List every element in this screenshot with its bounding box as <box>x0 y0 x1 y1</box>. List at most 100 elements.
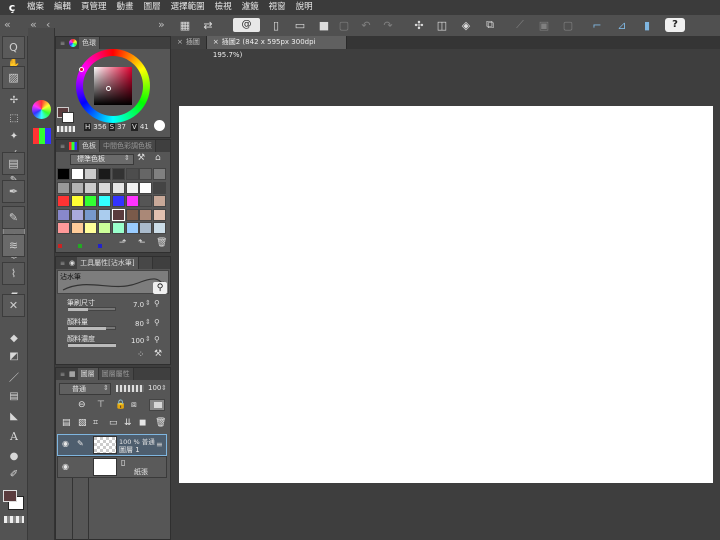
color-swatch[interactable] <box>98 208 112 221</box>
delete-layer-icon[interactable]: 🗑 <box>155 418 166 428</box>
menu-file[interactable]: 檔案 <box>22 0 49 15</box>
opacity-slider[interactable] <box>116 385 144 392</box>
color-swatch[interactable] <box>111 168 125 180</box>
document-tab-1[interactable]: × 插圖 <box>171 36 207 49</box>
gradient-tool-icon[interactable]: ◩ <box>3 348 25 364</box>
select-arrows-icon[interactable]: ⇕ <box>124 154 130 162</box>
undo-icon[interactable]: ↶ <box>358 17 374 33</box>
new-layer-folder-icon[interactable]: ▤ <box>62 418 71 428</box>
companion-icon[interactable]: ⇄ <box>200 17 216 33</box>
panel-sub-color[interactable] <box>62 112 74 123</box>
document-tab-2[interactable]: × 插圖2 (842 x 595px 300dpi 195.7%) <box>206 36 347 59</box>
paint-amount-pressure-icon[interactable]: ⚲ <box>154 318 160 327</box>
line-icon[interactable]: ⟋ <box>512 17 528 33</box>
snap-icon[interactable]: ⊿ <box>614 17 630 33</box>
new-raster-layer-icon[interactable]: ▧ <box>78 418 87 428</box>
menu-filter[interactable]: 濾鏡 <box>237 0 264 15</box>
menu-animation[interactable]: 動畫 <box>112 0 139 15</box>
tab-layer[interactable]: 圖層 <box>77 368 99 380</box>
magnify-icon[interactable]: ⚲ <box>153 282 167 294</box>
color-swatch[interactable] <box>152 168 166 180</box>
clip-icon[interactable]: ⊖ <box>78 400 86 410</box>
new-vector-layer-icon[interactable]: ⌗ <box>93 418 98 428</box>
color-swatch[interactable] <box>84 181 98 194</box>
color-swatch[interactable] <box>125 195 139 207</box>
tab-intermediate-color[interactable]: 中間色彩調色板 <box>100 140 156 152</box>
color-swatch[interactable] <box>125 208 139 221</box>
color-swatch[interactable] <box>125 222 139 234</box>
brush-size-stepper-icon[interactable]: ⇕ <box>145 299 151 307</box>
color-swatch[interactable] <box>57 222 70 234</box>
ruler-tool-icon[interactable]: ◣ <box>3 408 25 424</box>
menu-view[interactable]: 檢視 <box>210 0 237 15</box>
view-mode-icon[interactable]: ⌂ <box>155 153 161 163</box>
tool-settings-icon[interactable]: ⚒ <box>154 349 162 359</box>
color-swatch[interactable] <box>84 222 98 234</box>
open-folder-icon[interactable]: ▭ <box>292 17 308 33</box>
save-icon[interactable]: ■ <box>316 17 332 33</box>
color-swatch[interactable] <box>111 222 125 234</box>
color-swatch[interactable] <box>57 208 70 221</box>
mask-icon[interactable]: ◼ <box>139 418 146 428</box>
tab-sub-tool-detail[interactable] <box>138 257 153 269</box>
transform-icon[interactable]: ◫ <box>434 17 450 33</box>
ruler-icon[interactable]: ⌐ <box>589 17 605 33</box>
loading-dots-icon[interactable]: ⁘ <box>137 350 145 360</box>
add-color-icon[interactable]: ⬏ <box>119 238 127 248</box>
selection-tool-icon[interactable]: ⬚ <box>3 110 25 126</box>
lock-alpha-icon[interactable]: ⧈ <box>131 400 137 410</box>
redo-icon[interactable]: ↷ <box>380 17 396 33</box>
color-swatch[interactable] <box>98 181 112 194</box>
new-folder-icon[interactable]: ▭ <box>109 418 118 428</box>
color-swatch[interactable] <box>84 168 98 180</box>
tab-close-icon[interactable]: × <box>213 38 219 46</box>
blend-mode-arrows-icon[interactable]: ⇕ <box>103 384 109 392</box>
new-file-icon[interactable]: ▯ <box>268 17 284 33</box>
pen-edit-icon[interactable]: ✎ <box>77 439 84 448</box>
panel-menu-icon[interactable]: ≡ <box>56 371 69 378</box>
color-swatch[interactable] <box>152 181 166 194</box>
paint-amount-stepper-icon[interactable]: ⇕ <box>145 318 151 326</box>
frame-icon[interactable]: ▣ <box>536 17 552 33</box>
tab-layer-property[interactable]: 圖層屬性 <box>98 368 134 380</box>
color-swatch[interactable] <box>139 208 153 221</box>
sparkle-icon[interactable]: ✣ <box>411 17 427 33</box>
color-swatch[interactable] <box>139 181 153 194</box>
collapse-left-icon[interactable]: « <box>4 18 11 32</box>
subtool-pen-icon[interactable]: ✎ <box>2 206 25 229</box>
tab-color-wheel[interactable]: 色環 <box>79 37 100 49</box>
color-swatch[interactable] <box>70 208 84 221</box>
lock-icon[interactable]: 🔒 <box>115 400 126 410</box>
app-logo-icon[interactable]: ç <box>2 1 22 14</box>
merge-layer-icon[interactable]: ⇊ <box>124 418 132 428</box>
color-swatch[interactable] <box>152 222 166 234</box>
subtool-search-icon[interactable]: Q <box>2 36 25 59</box>
correct-line-icon[interactable]: ✐ <box>3 466 25 482</box>
subtool-navigator-icon[interactable]: ▤ <box>2 152 25 175</box>
color-swatch[interactable] <box>70 168 84 180</box>
grid-menu-icon[interactable]: ▦ <box>177 17 193 33</box>
balloon-tool-icon[interactable]: ● <box>3 448 25 464</box>
menu-help[interactable]: 說明 <box>291 0 318 15</box>
color-swatch[interactable] <box>152 195 166 207</box>
menu-layer[interactable]: 圖層 <box>139 0 166 15</box>
opacity-stepper-icon[interactable]: ⇕ <box>161 384 167 392</box>
panel-menu-icon[interactable]: ≡ <box>56 143 69 150</box>
spiral-icon[interactable]: @ <box>233 18 260 32</box>
brush-size-pressure-icon[interactable]: ⚲ <box>154 299 160 308</box>
color-wheel-tab-icon[interactable] <box>32 100 51 119</box>
color-swatch[interactable] <box>84 195 98 207</box>
visibility-eye-icon[interactable]: ◉ <box>62 462 69 471</box>
tab-tool-property[interactable]: 工具屬性[沾水筆] <box>77 257 139 269</box>
text-tool-icon[interactable]: A <box>3 428 25 444</box>
color-swatch[interactable] <box>84 208 98 221</box>
tab-close-icon[interactable]: × <box>177 38 183 46</box>
menu-page[interactable]: 頁管理 <box>76 0 112 15</box>
color-swatch[interactable] <box>57 195 70 207</box>
color-swatch[interactable] <box>98 195 112 207</box>
magic-wand-icon[interactable]: ✦ <box>3 128 25 144</box>
move-tool-icon[interactable]: ✢ <box>3 92 25 108</box>
help-icon[interactable]: ? <box>665 18 685 32</box>
pen-stabilizer-icon[interactable]: ▮ <box>639 17 655 33</box>
color-swatch[interactable] <box>98 168 112 180</box>
